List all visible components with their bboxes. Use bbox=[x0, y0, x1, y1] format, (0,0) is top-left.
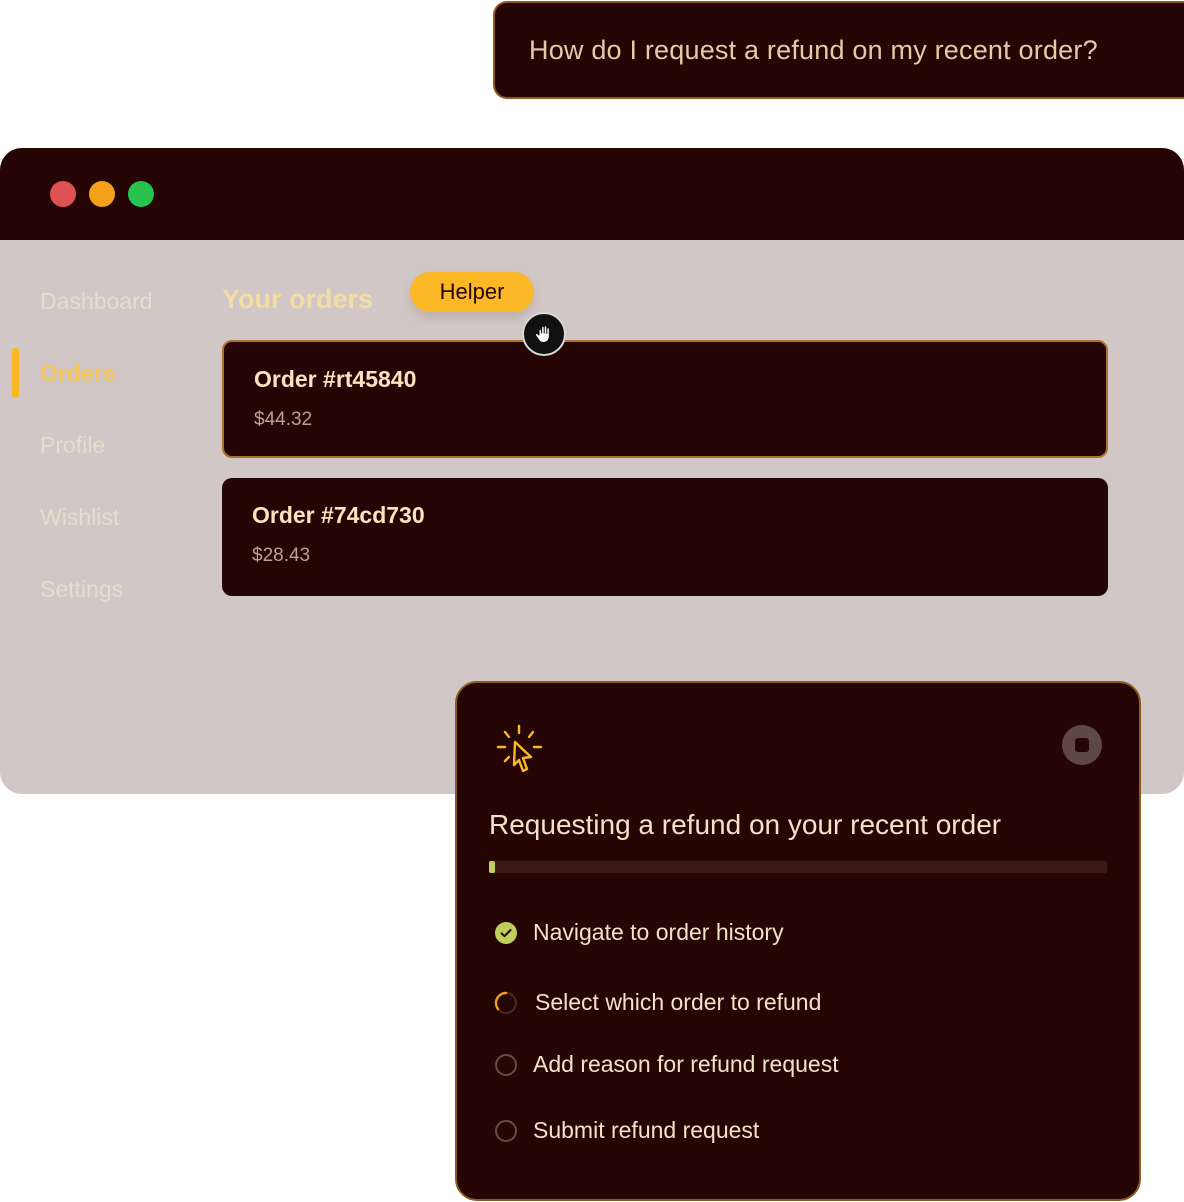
click-spark-icon bbox=[496, 724, 543, 773]
loading-spinner-icon bbox=[494, 991, 517, 1014]
order-price: $44.32 bbox=[254, 409, 313, 430]
task-step-label: Submit refund request bbox=[533, 1117, 760, 1143]
order-name: Order #74cd730 bbox=[252, 502, 425, 528]
task-panel: Requesting a refund on your recent order… bbox=[455, 681, 1141, 1201]
stop-button[interactable] bbox=[1062, 725, 1102, 765]
stage: How do I request a refund on my recent o… bbox=[0, 0, 1184, 1202]
task-progress-fill bbox=[489, 861, 496, 873]
helper-label-text: Helper bbox=[439, 279, 505, 304]
order-card[interactable]: Order #rt45840 $44.32 bbox=[222, 340, 1108, 458]
sidebar-active-indicator bbox=[12, 348, 19, 398]
sidebar-item-wishlist[interactable]: Wishlist bbox=[40, 504, 119, 531]
task-title: Requesting a refund on your recent order bbox=[489, 809, 1002, 840]
task-step: Select which order to refund bbox=[494, 989, 821, 1016]
helper-label: Helper bbox=[410, 272, 534, 312]
order-name: Order #rt45840 bbox=[254, 366, 417, 392]
hand-cursor-icon bbox=[522, 312, 566, 356]
task-step: Submit refund request bbox=[494, 1117, 759, 1144]
order-price: $28.43 bbox=[252, 545, 311, 566]
stop-icon bbox=[1075, 738, 1089, 752]
minimize-window-button[interactable] bbox=[89, 181, 115, 207]
task-step: Navigate to order history bbox=[494, 919, 784, 946]
sidebar: Dashboard Orders Profile Wishlist Settin… bbox=[0, 240, 200, 794]
task-step: Add reason for refund request bbox=[494, 1051, 839, 1078]
sidebar-item-settings[interactable]: Settings bbox=[40, 576, 123, 603]
pending-circle-icon bbox=[495, 1053, 517, 1076]
task-progress-bar bbox=[489, 861, 1107, 873]
zoom-window-button[interactable] bbox=[128, 181, 154, 207]
order-card[interactable]: Order #74cd730 $28.43 bbox=[222, 478, 1108, 596]
pending-circle-icon bbox=[495, 1119, 517, 1142]
window-titlebar bbox=[0, 148, 1184, 240]
prompt-text: How do I request a refund on my recent o… bbox=[529, 34, 1098, 65]
chat-prompt-bubble: How do I request a refund on my recent o… bbox=[493, 1, 1184, 99]
task-step-label: Select which order to refund bbox=[535, 989, 822, 1015]
close-window-button[interactable] bbox=[50, 181, 76, 207]
sidebar-item-dashboard[interactable]: Dashboard bbox=[40, 288, 153, 315]
sidebar-item-profile[interactable]: Profile bbox=[40, 432, 105, 459]
task-step-label: Add reason for refund request bbox=[533, 1051, 839, 1077]
page-title: Your orders bbox=[222, 284, 374, 314]
sidebar-item-orders[interactable]: Orders bbox=[40, 360, 115, 387]
check-circle-icon bbox=[495, 921, 517, 944]
task-step-label: Navigate to order history bbox=[533, 919, 784, 945]
